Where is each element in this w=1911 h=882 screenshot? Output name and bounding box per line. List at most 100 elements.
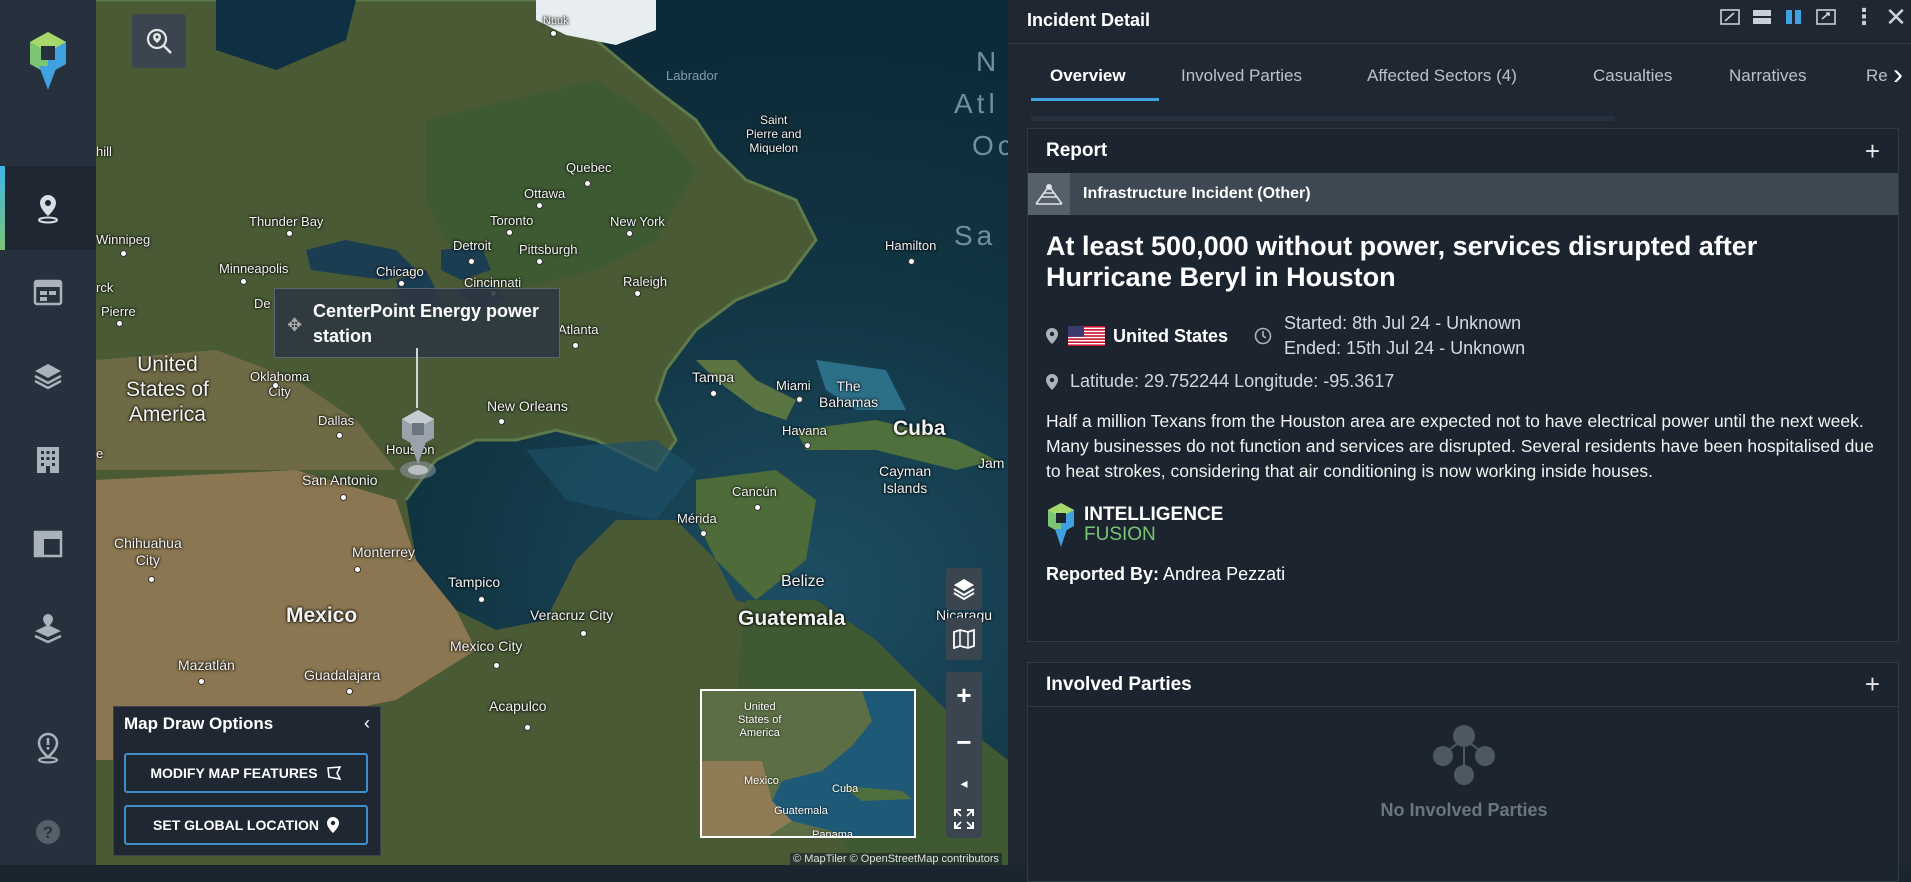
map-view[interactable]: Labrador Nuuk Saint Pierre and Miquelon …: [96, 0, 1008, 865]
map-label-ocean-2: Atl: [954, 88, 999, 119]
svg-text:?: ?: [43, 823, 53, 842]
sidebar-item-layers[interactable]: [0, 334, 96, 418]
set-global-location-button[interactable]: SET GLOBAL LOCATION: [124, 805, 368, 845]
city-dot: [796, 396, 803, 403]
map-label-chihuahua: Chihuahua City: [114, 535, 182, 568]
tabs-scroll-right-icon[interactable]: ›: [1893, 58, 1903, 92]
city-dot: [536, 202, 543, 209]
incident-country: United States: [1113, 325, 1229, 346]
map-label-oklahoma: Oklahoma City: [250, 369, 310, 399]
intelligence-fusion-logo: [1048, 503, 1074, 547]
map-search-button[interactable]: [132, 14, 186, 68]
modify-map-features-label: MODIFY MAP FEATURES: [150, 765, 318, 781]
close-icon[interactable]: ✕: [1885, 2, 1907, 32]
sidebar-item-incidents[interactable]: [0, 166, 96, 250]
map-label-thunder-bay: Thunder Bay: [249, 214, 324, 229]
sidebar-item-dashboard[interactable]: [0, 502, 96, 586]
more-options-icon[interactable]: ⋮: [1853, 4, 1875, 29]
zoom-in-icon[interactable]: +: [956, 680, 971, 711]
map-icon: [953, 628, 975, 650]
add-report-icon[interactable]: +: [1865, 136, 1880, 167]
minimap-label-panama: Panama: [812, 829, 853, 838]
expand-panel-icon[interactable]: [1815, 6, 1837, 28]
city-dot: [116, 320, 123, 327]
map-label-ottawa: Ottawa: [524, 186, 566, 201]
empty-state-text: No Involved Parties: [1380, 800, 1548, 820]
map-attribution[interactable]: © MapTiler © OpenStreetMap contributors: [790, 853, 1002, 865]
tab-casualties[interactable]: Casualties: [1593, 66, 1672, 86]
us-flag-icon: [1068, 326, 1105, 346]
map-label-pierre: Pierre: [101, 304, 136, 319]
split-horizontal-icon[interactable]: [1751, 6, 1773, 28]
city-dot: [754, 504, 761, 511]
tabs-scrollbar[interactable]: [1031, 116, 1615, 121]
map-label-havana: Havana: [782, 423, 827, 438]
map-label-winnipeg: Winnipeg: [96, 232, 151, 247]
tab-affected-sectors[interactable]: Affected Sectors (4): [1367, 66, 1517, 86]
overview-minimap[interactable]: United States of America Mexico Cuba Gua…: [700, 689, 916, 838]
sidebar-item-location-alert[interactable]: [0, 706, 96, 790]
tab-narratives[interactable]: Narratives: [1729, 66, 1806, 86]
tab-truncated[interactable]: Re: [1866, 66, 1888, 86]
involved-parties-heading: Involved Parties: [1046, 673, 1192, 695]
city-dot: [336, 432, 343, 439]
map-label-tampico: Tampico: [448, 574, 501, 590]
split-vertical-icon[interactable]: [1783, 6, 1805, 28]
reporter-name: Andrea Pezzati: [1163, 564, 1286, 584]
sidebar-item-stacked-locations[interactable]: [0, 586, 96, 670]
city-dot: [550, 30, 557, 37]
map-label-edge-1: hill: [96, 144, 112, 159]
minimize-layout-icon[interactable]: [1719, 6, 1741, 28]
map-label-mexico: Mexico: [286, 604, 358, 627]
incident-coordinates: Latitude: 29.752244 Longitude: -95.3617: [1046, 371, 1880, 392]
network-people-icon: [1433, 725, 1495, 785]
move-icon[interactable]: ✥: [287, 313, 302, 338]
map-label-san-antonio: San Antonio: [302, 472, 378, 488]
sidebar-item-buildings[interactable]: [0, 418, 96, 502]
incident-category: Infrastructure Incident (Other): [1083, 185, 1311, 202]
map-label-veracruz: Veracruz City: [530, 607, 614, 623]
map-label-tampa: Tampa: [692, 369, 735, 385]
basemap-control-button[interactable]: [946, 618, 982, 660]
incident-marker-icon[interactable]: [398, 408, 438, 480]
compass-icon[interactable]: ◂: [960, 775, 967, 792]
map-label-miami: Miami: [776, 378, 811, 393]
map-label-new-orleans: New Orleans: [487, 398, 568, 414]
dashboard-icon: [33, 530, 63, 558]
layers-control-button[interactable]: [946, 568, 982, 610]
tab-overview[interactable]: Overview: [1050, 66, 1126, 86]
building-icon: [37, 447, 59, 473]
tab-involved-parties[interactable]: Involved Parties: [1181, 66, 1302, 86]
city-dot: [286, 230, 293, 237]
map-label-atlanta: Atlanta: [558, 322, 599, 337]
map-label-edge-4: e: [96, 446, 104, 461]
sidebar-item-help[interactable]: ?: [0, 790, 96, 874]
map-label-saint-pierre: Saint Pierre and Miquelon: [746, 113, 802, 155]
city-dot: [478, 596, 485, 603]
location-pin-icon: [326, 817, 339, 833]
map-label-monterrey: Monterrey: [352, 544, 416, 560]
source-brand: INTELLIGENCE FUSION: [1046, 502, 1880, 548]
report-card: Report + Infrastructure Incident (Other)…: [1027, 128, 1899, 642]
minimap-label-cuba: Cuba: [832, 783, 859, 795]
coordinates-text: Latitude: 29.752244 Longitude: -95.3617: [1070, 371, 1395, 391]
modify-map-features-button[interactable]: MODIFY MAP FEATURES: [124, 753, 368, 793]
draw-options-title: Map Draw Options: [124, 714, 274, 733]
collapse-chevron-icon[interactable]: ‹: [364, 713, 370, 734]
city-dot: [346, 688, 353, 695]
map-label-cancun: Cancún: [732, 484, 777, 499]
map-label-mazatlan: Mazatlán: [178, 657, 235, 673]
fullscreen-icon[interactable]: [953, 808, 975, 830]
map-label-detroit: Detroit: [453, 238, 492, 253]
add-involved-party-icon[interactable]: +: [1865, 669, 1880, 700]
app-logo[interactable]: [27, 30, 69, 92]
panel-header: Incident Detail ⋮ ✕: [1008, 0, 1911, 44]
map-label-toronto: Toronto: [490, 213, 534, 228]
map-label-raleigh: Raleigh: [623, 274, 668, 289]
zoom-out-icon[interactable]: −: [956, 727, 971, 758]
map-label-dallas: Dallas: [318, 413, 355, 428]
map-label-jam: Jam: [978, 455, 1005, 471]
sidebar-item-calendar[interactable]: [0, 250, 96, 334]
clock-icon: [1254, 327, 1272, 345]
map-label-quebec: Quebec: [566, 160, 612, 175]
